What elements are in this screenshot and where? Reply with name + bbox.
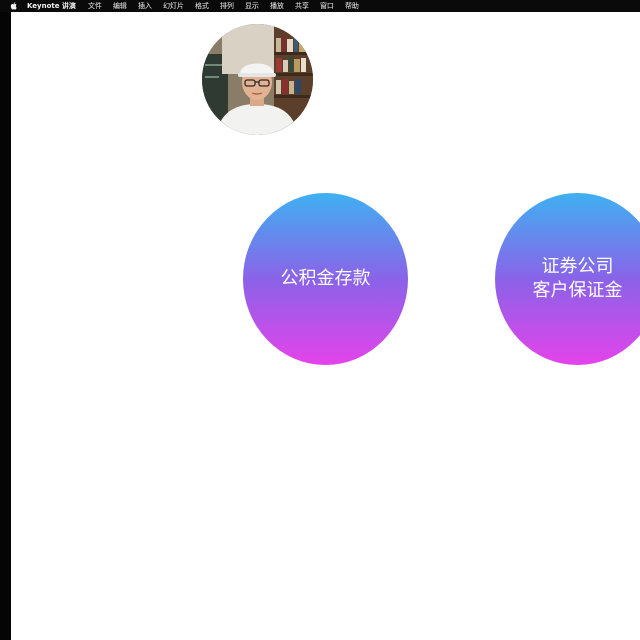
menu-view[interactable]: 显示 xyxy=(245,0,259,12)
bubble-housing-fund-deposit: 公积金存款 xyxy=(243,193,408,365)
menu-bar: Keynote 讲演 文件 编辑 插入 幻灯片 格式 排列 显示 播放 共享 窗… xyxy=(0,0,640,12)
menu-slide[interactable]: 幻灯片 xyxy=(163,0,184,12)
bubble-label: 公积金存款 xyxy=(280,268,371,289)
menu-file[interactable]: 文件 xyxy=(88,0,102,12)
menu-play[interactable]: 播放 xyxy=(270,0,284,12)
menu-help[interactable]: 帮助 xyxy=(345,0,359,12)
menu-arrange[interactable]: 排列 xyxy=(220,0,234,12)
menu-window[interactable]: 窗口 xyxy=(320,0,334,12)
window-left-edge xyxy=(0,12,11,640)
menu-app-name[interactable]: Keynote 讲演 xyxy=(27,0,76,12)
bubble-label-line-1: 证券公司 xyxy=(541,256,614,277)
menu-insert[interactable]: 插入 xyxy=(138,0,152,12)
bubble-label-line-2: 客户保证金 xyxy=(532,280,623,301)
menu-edit[interactable]: 编辑 xyxy=(113,0,127,12)
screen: Keynote 讲演 文件 编辑 插入 幻灯片 格式 排列 显示 播放 共享 窗… xyxy=(0,0,640,640)
menu-format[interactable]: 格式 xyxy=(195,0,209,12)
presenter-photo xyxy=(202,24,313,135)
presenter-webcam xyxy=(202,24,313,135)
menu-share[interactable]: 共享 xyxy=(295,0,309,12)
apple-logo-icon[interactable] xyxy=(10,2,17,10)
